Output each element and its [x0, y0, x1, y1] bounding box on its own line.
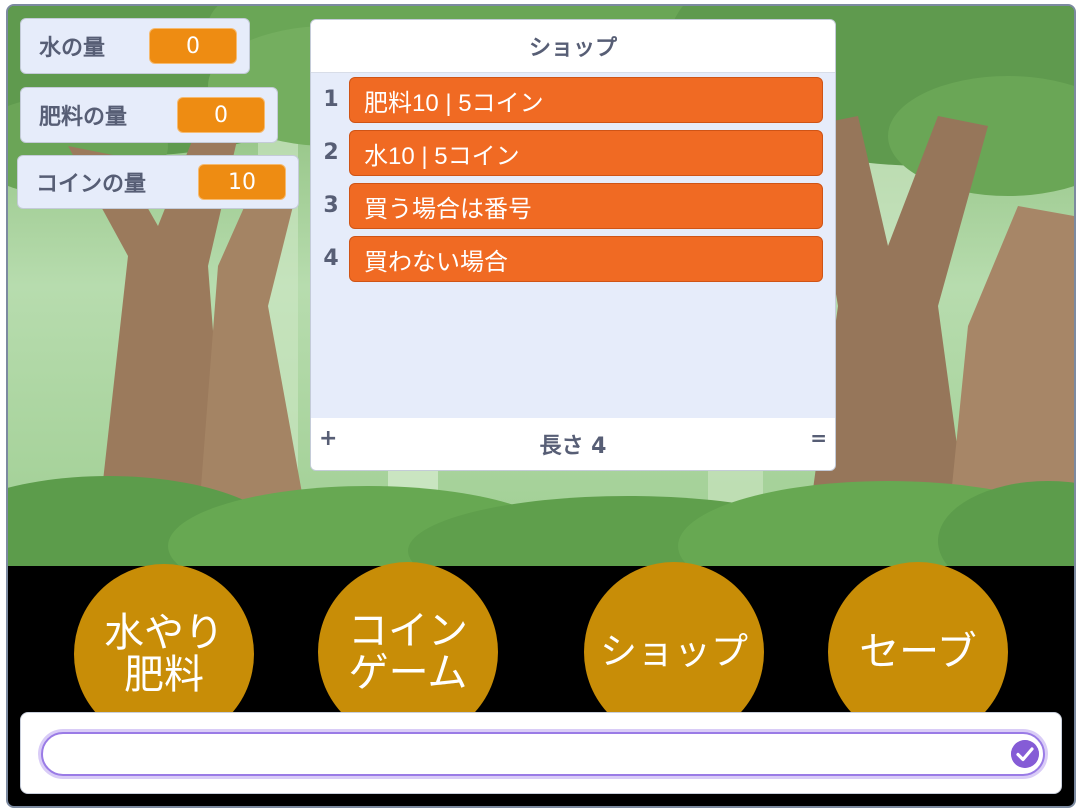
- list-item-value[interactable]: 肥料10 | 5コイン: [349, 77, 823, 123]
- add-item-button[interactable]: +: [319, 426, 337, 451]
- submit-check-icon[interactable]: [1011, 740, 1039, 768]
- monitor-fertilizer-label: 肥料の量: [39, 105, 128, 130]
- shop-list-footer: + 長さ 4 =: [311, 418, 835, 470]
- list-item-index: 4: [323, 246, 339, 271]
- shop-list-body[interactable]: 1 肥料10 | 5コイン 2 水10 | 5コイン 3 買う場合は番号 4 買…: [311, 73, 835, 417]
- list-item-index: 2: [323, 140, 339, 165]
- monitor-water: 水の量 0: [20, 18, 250, 74]
- answer-input[interactable]: [41, 732, 1045, 776]
- ask-answer-box: [20, 712, 1062, 794]
- list-item-value[interactable]: 買う場合は番号: [349, 183, 823, 229]
- stage: 水の量 0 肥料の量 0 コインの量 10 ショップ 1 肥料10 | 5コイン…: [6, 4, 1076, 808]
- monitor-coins-label: コインの量: [36, 172, 147, 197]
- monitor-water-value: 0: [149, 28, 237, 64]
- list-item[interactable]: 4 買わない場合: [311, 234, 835, 284]
- list-item[interactable]: 3 買う場合は番号: [311, 181, 835, 231]
- monitor-fertilizer: 肥料の量 0: [20, 87, 278, 143]
- shop-list-title: ショップ: [311, 20, 835, 73]
- list-item-index: 3: [323, 193, 339, 218]
- list-item[interactable]: 1 肥料10 | 5コイン: [311, 75, 835, 125]
- resize-handle-icon[interactable]: =: [810, 426, 827, 450]
- list-item[interactable]: 2 水10 | 5コイン: [311, 128, 835, 178]
- list-length-label: 長さ 4: [539, 434, 607, 459]
- shop-list: ショップ 1 肥料10 | 5コイン 2 水10 | 5コイン 3 買う場合は番…: [310, 19, 836, 471]
- monitor-coins-value: 10: [198, 164, 286, 200]
- list-item-value[interactable]: 買わない場合: [349, 236, 823, 282]
- monitor-water-label: 水の量: [39, 36, 106, 61]
- list-item-index: 1: [323, 87, 339, 112]
- monitor-coins: コインの量 10: [17, 155, 299, 209]
- list-item-value[interactable]: 水10 | 5コイン: [349, 130, 823, 176]
- monitor-fertilizer-value: 0: [177, 97, 265, 133]
